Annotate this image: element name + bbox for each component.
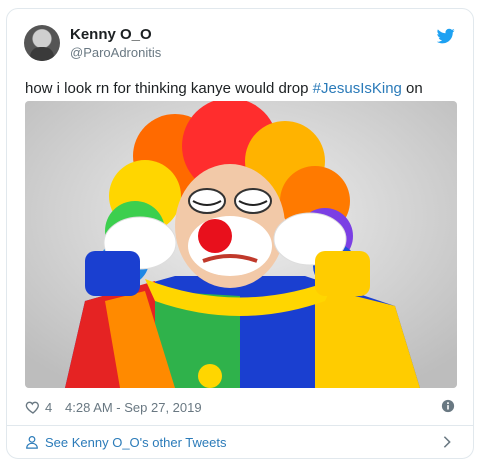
see-other-tweets-label[interactable]: See Kenny O_O's other Tweets bbox=[45, 435, 226, 450]
see-other-tweets-link[interactable]: See Kenny O_O's other Tweets bbox=[25, 431, 455, 453]
hashtag-link[interactable]: #JesusIsKing bbox=[313, 80, 402, 97]
tweet-card: Kenny O_O @ParoAdronitis how i look rn f… bbox=[6, 8, 474, 459]
clown-photo bbox=[25, 101, 457, 388]
chevron-right-icon[interactable] bbox=[441, 435, 453, 449]
display-name[interactable]: Kenny O_O bbox=[70, 26, 161, 44]
tweet-image[interactable] bbox=[25, 101, 457, 388]
person-icon bbox=[26, 435, 38, 449]
info-icon[interactable] bbox=[441, 399, 455, 413]
tweet-header: Kenny O_O @ParoAdronitis bbox=[24, 25, 457, 65]
footer-divider bbox=[7, 425, 473, 426]
heart-icon[interactable] bbox=[25, 399, 41, 415]
like-count[interactable]: 4 bbox=[45, 400, 52, 415]
tweet-meta: 4 4:28 AM - Sep 27, 2019 bbox=[25, 397, 455, 417]
avatar[interactable] bbox=[24, 25, 60, 61]
user-handle[interactable]: @ParoAdronitis bbox=[70, 44, 161, 62]
tweet-text-before: how i look rn for thinking kanye would d… bbox=[25, 80, 313, 97]
twitter-bird-icon[interactable] bbox=[437, 27, 455, 45]
tweet-timestamp[interactable]: 4:28 AM - Sep 27, 2019 bbox=[65, 400, 202, 415]
author-names[interactable]: Kenny O_O @ParoAdronitis bbox=[70, 26, 161, 62]
